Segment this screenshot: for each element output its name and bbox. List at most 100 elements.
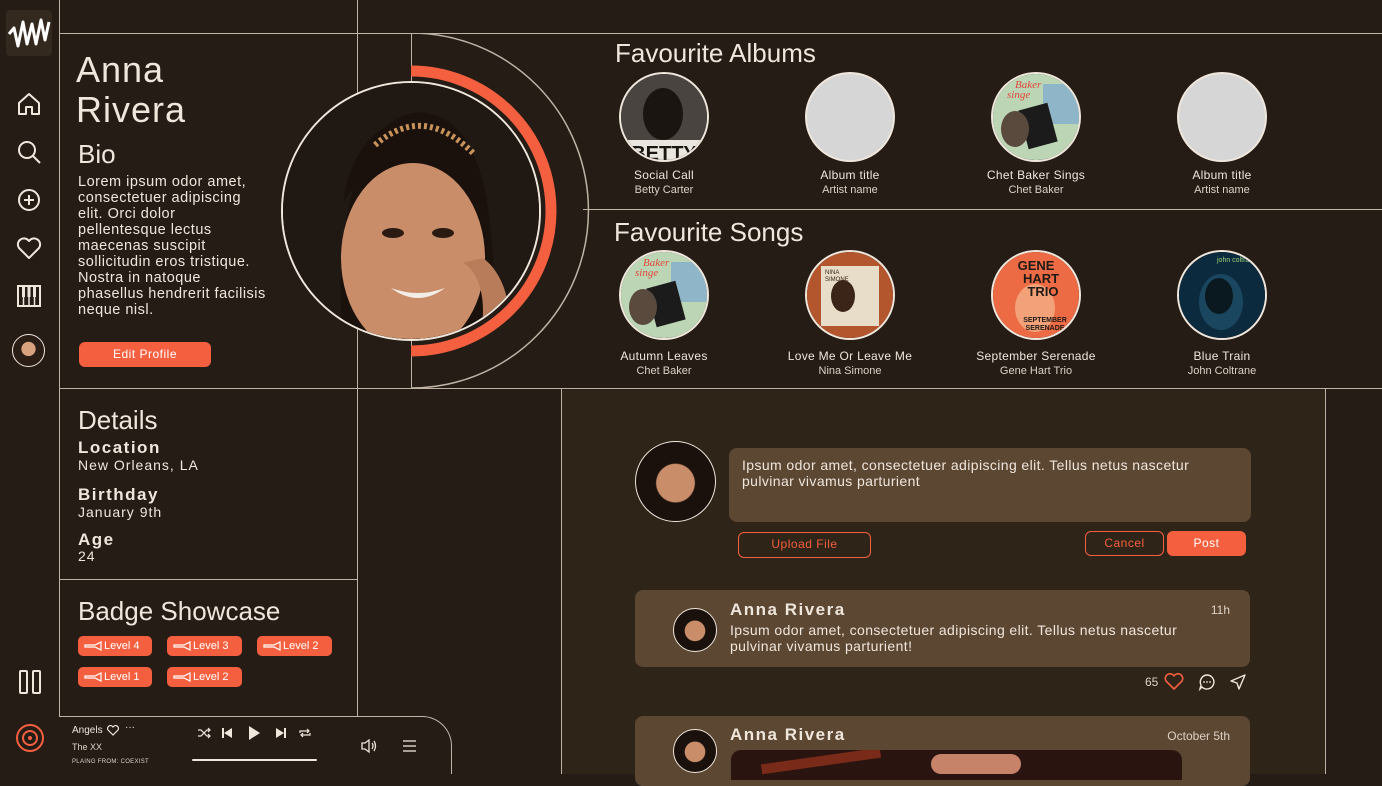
badge-level[interactable]: Level 4 xyxy=(78,636,152,656)
song-artist: Gene Hart Trio xyxy=(999,365,1073,377)
trumpet-icon xyxy=(173,641,191,651)
song-cover[interactable]: NINA SIMONE xyxy=(805,250,895,340)
shuffle-icon[interactable] xyxy=(197,727,211,739)
badge-level[interactable]: Level 1 xyxy=(78,667,152,687)
comment-icon[interactable] xyxy=(1198,673,1216,691)
badge-level[interactable]: Level 3 xyxy=(167,636,242,656)
birthday-label: Birthday xyxy=(78,485,159,504)
vinyl-icon[interactable] xyxy=(15,723,45,753)
post-text: Ipsum odor amet, consectetuer adipiscing… xyxy=(730,622,1178,654)
trumpet-icon xyxy=(84,672,102,682)
song-cover[interactable]: john coltrane xyxy=(1177,250,1267,340)
album-art-text: BETTY xyxy=(631,143,697,160)
details-divider xyxy=(60,579,357,580)
album-cover-placeholder[interactable] xyxy=(805,72,895,162)
post-time: October 5th xyxy=(1167,729,1230,743)
song-cover[interactable]: GENE HART TRIO SEPTEMBER SERENADE xyxy=(991,250,1081,340)
album-title: Album title xyxy=(820,168,880,182)
sidebar-divider xyxy=(59,0,60,774)
bio-text: Lorem ipsum odor amet, consectetuer adip… xyxy=(78,174,266,318)
play-icon[interactable] xyxy=(247,725,261,741)
home-icon[interactable] xyxy=(14,89,44,119)
song-artist: Chet Baker xyxy=(636,365,692,377)
badge-label: Level 2 xyxy=(283,640,319,652)
profile-divider xyxy=(60,388,1382,389)
next-icon[interactable] xyxy=(275,727,287,739)
upload-file-button[interactable]: Upload File xyxy=(738,532,871,558)
album-artist: Artist name xyxy=(822,184,878,196)
post-author-avatar[interactable] xyxy=(673,608,717,652)
birthday-value: January 9th xyxy=(78,504,163,520)
album-cover[interactable]: BETTY xyxy=(619,72,709,162)
post-input-text: Ipsum odor amet, consectetuer adipiscing… xyxy=(742,457,1190,489)
volume-icon[interactable] xyxy=(360,738,378,754)
post-author[interactable]: Anna Rivera xyxy=(730,600,846,620)
album-art-text: singe xyxy=(1007,89,1030,101)
queue-icon[interactable] xyxy=(402,740,417,752)
album-title: Album title xyxy=(1192,168,1252,182)
album-art-text: SEPTEMBER xyxy=(1023,317,1067,324)
song-title: Blue Train xyxy=(1193,349,1251,363)
location-value: New Orleans, LA xyxy=(78,457,199,473)
badge-level[interactable]: Level 2 xyxy=(257,636,332,656)
cancel-button[interactable]: Cancel xyxy=(1085,531,1164,556)
player-track: Angels xyxy=(72,725,103,736)
progress-bar[interactable] xyxy=(192,759,317,761)
favourite-albums-title: Favourite Albums xyxy=(615,38,816,68)
song-title: Autumn Leaves xyxy=(620,349,708,363)
top-divider xyxy=(60,33,1382,34)
badge-level[interactable]: Level 2 xyxy=(167,667,242,687)
song-title: Love Me Or Leave Me xyxy=(787,349,913,363)
album-title: Chet Baker Sings xyxy=(986,168,1086,182)
sidebar-avatar[interactable] xyxy=(12,334,45,367)
more-icon[interactable]: ··· xyxy=(125,722,135,733)
share-icon[interactable] xyxy=(1229,673,1247,691)
location-label: Location xyxy=(78,438,161,457)
piano-icon[interactable] xyxy=(14,281,44,311)
album-artist: Artist name xyxy=(1194,184,1250,196)
song-artist: Nina Simone xyxy=(818,365,882,377)
last-name: Rivera xyxy=(76,89,187,130)
first-name: Anna xyxy=(76,49,165,90)
album-art-text: NINA xyxy=(825,270,839,276)
previous-icon[interactable] xyxy=(221,727,233,739)
player-heart-icon[interactable] xyxy=(107,725,119,736)
post-author[interactable]: Anna Rivera xyxy=(730,725,846,745)
post-time: 11h xyxy=(1210,603,1230,617)
album-art-text: SERENADE xyxy=(1026,325,1065,332)
album-artist: Betty Carter xyxy=(634,184,694,196)
waveform-logo-icon xyxy=(7,18,51,48)
add-icon[interactable] xyxy=(14,185,44,215)
app-logo[interactable] xyxy=(6,10,52,56)
post-input[interactable]: Ipsum odor amet, consectetuer adipiscing… xyxy=(729,448,1251,522)
trumpet-icon xyxy=(173,672,191,682)
heart-icon[interactable] xyxy=(14,233,44,263)
player-artist: The XX xyxy=(72,742,103,752)
post-image[interactable] xyxy=(731,750,1182,780)
album-cover-placeholder[interactable] xyxy=(1177,72,1267,162)
details-title: Details xyxy=(78,405,158,435)
album-art-text: SIMONE xyxy=(825,277,849,283)
edit-profile-button[interactable]: Edit Profile xyxy=(79,342,211,367)
trumpet-icon xyxy=(84,641,102,651)
search-icon[interactable] xyxy=(14,137,44,167)
badge-showcase-title: Badge Showcase xyxy=(78,596,281,626)
post-button[interactable]: Post xyxy=(1167,531,1246,556)
badge-label: Level 1 xyxy=(104,671,140,683)
album-cover[interactable]: Baker singe xyxy=(991,72,1081,162)
player-source: PLAING FROM: COEXIST xyxy=(72,759,150,765)
profile-avatar xyxy=(281,81,541,341)
post-author-avatar[interactable] xyxy=(673,729,717,773)
pause-icon[interactable] xyxy=(17,669,43,695)
album-artist: Chet Baker xyxy=(1008,184,1064,196)
bio-title: Bio xyxy=(78,139,116,169)
album-art-text: TRIO xyxy=(1027,284,1058,299)
repeat-icon[interactable] xyxy=(298,727,312,739)
badge-label: Level 2 xyxy=(193,671,229,683)
badge-label: Level 3 xyxy=(193,640,229,652)
like-heart-icon[interactable] xyxy=(1164,673,1184,691)
albums-songs-divider xyxy=(583,209,1382,210)
album-art-text: singe xyxy=(635,267,658,279)
song-cover[interactable]: Baker singe xyxy=(619,250,709,340)
age-value: 24 xyxy=(78,548,96,564)
